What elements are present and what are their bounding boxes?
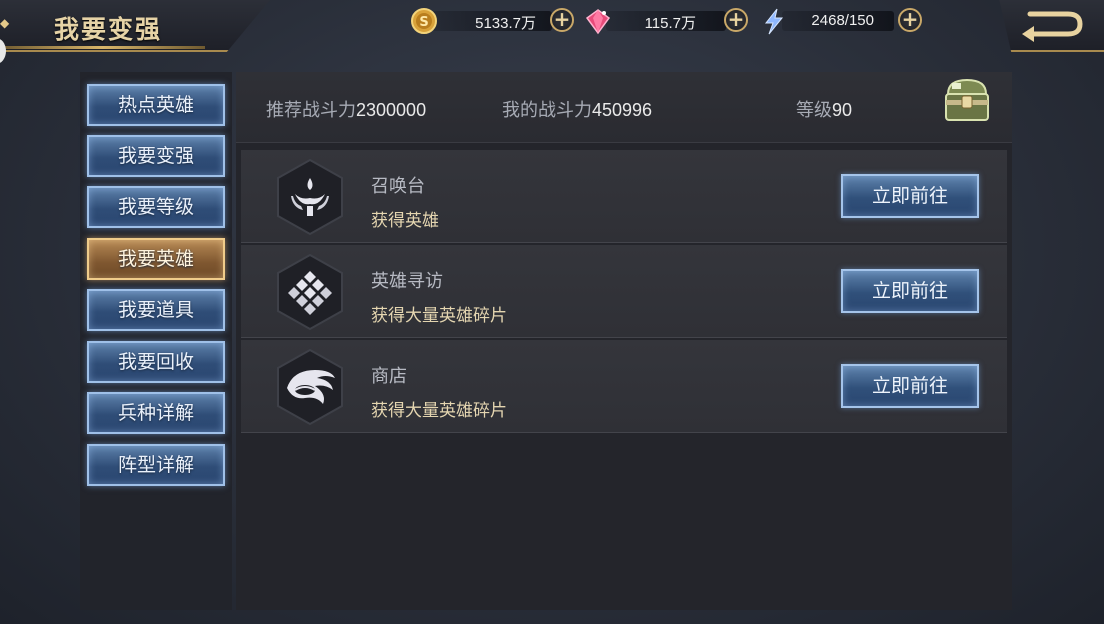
treasure-chest-icon[interactable] — [940, 74, 994, 126]
recommended-power-value: 2300000 — [356, 100, 427, 120]
energy-value: 2468/150 — [811, 12, 874, 29]
gem-resource: 115.7万 + — [584, 5, 754, 37]
red-gem-icon — [585, 9, 611, 35]
recommended-power-label: 推荐战斗力 — [266, 100, 356, 121]
back-arrow-icon[interactable] — [1018, 6, 1088, 42]
page-title: 我要变强 — [54, 15, 163, 44]
level-label: 等级 — [796, 100, 832, 121]
add-gem-button[interactable]: + — [724, 8, 748, 32]
my-power-value: 450996 — [592, 100, 653, 120]
list-item: 商店 获得大量英雄碎片 立即前往 — [241, 340, 1007, 433]
dragon-emblem-icon — [277, 348, 343, 426]
entry-description: 获得大量英雄碎片 — [371, 306, 507, 326]
my-power: 我的战斗力450996 — [502, 96, 652, 122]
list-item: 召唤台 获得英雄 立即前往 — [241, 150, 1007, 243]
sidebar-item-hot-heroes[interactable]: 热点英雄 — [87, 84, 225, 126]
summon-altar-icon — [277, 158, 343, 236]
go-now-button[interactable]: 立即前往 — [841, 174, 979, 218]
sidebar-item-formation-guide[interactable]: 阵型详解 — [87, 444, 225, 486]
svg-text:S: S — [419, 15, 428, 30]
sidebar-item-level[interactable]: 我要等级 — [87, 186, 225, 228]
player-level: 等级90 — [796, 96, 852, 122]
gold-resource: S 5133.7万 + — [410, 5, 580, 37]
top-bar: ◆ 我要变强 S 5133.7万 + 115.7万 + 2468/150 + — [0, 0, 1104, 64]
gem-value: 115.7万 — [644, 15, 696, 32]
gold-coin-icon: S — [411, 8, 437, 34]
energy-resource: 2468/150 + — [760, 5, 930, 37]
go-now-button[interactable]: 立即前往 — [841, 269, 979, 313]
my-power-label: 我的战斗力 — [502, 100, 592, 121]
recommended-power: 推荐战斗力2300000 — [266, 96, 426, 122]
sidebar-item-heroes[interactable]: 我要英雄 — [87, 238, 225, 280]
lightning-icon — [764, 8, 784, 35]
entry-description: 获得英雄 — [371, 211, 439, 231]
entry-title: 英雄寻访 — [371, 271, 443, 292]
entry-title: 召唤台 — [371, 176, 425, 197]
sidebar-item-troop-guide[interactable]: 兵种详解 — [87, 392, 225, 434]
gold-value: 5133.7万 — [475, 15, 536, 32]
title-trim — [0, 46, 205, 49]
entry-title: 商店 — [371, 366, 407, 387]
list-item: 英雄寻访 获得大量英雄碎片 立即前往 — [241, 245, 1007, 338]
add-gold-button[interactable]: + — [550, 8, 574, 32]
level-value: 90 — [832, 100, 853, 120]
add-energy-button[interactable]: + — [898, 8, 922, 32]
entry-description: 获得大量英雄碎片 — [371, 401, 507, 421]
go-now-button[interactable]: 立即前往 — [841, 364, 979, 408]
diamond-ornament-icon: ◆ — [0, 16, 10, 30]
diamond-grid-icon — [277, 253, 343, 331]
sidebar-item-recycle[interactable]: 我要回收 — [87, 341, 225, 383]
sidebar-item-get-stronger[interactable]: 我要变强 — [87, 135, 225, 177]
sidebar-item-items[interactable]: 我要道具 — [87, 289, 225, 331]
